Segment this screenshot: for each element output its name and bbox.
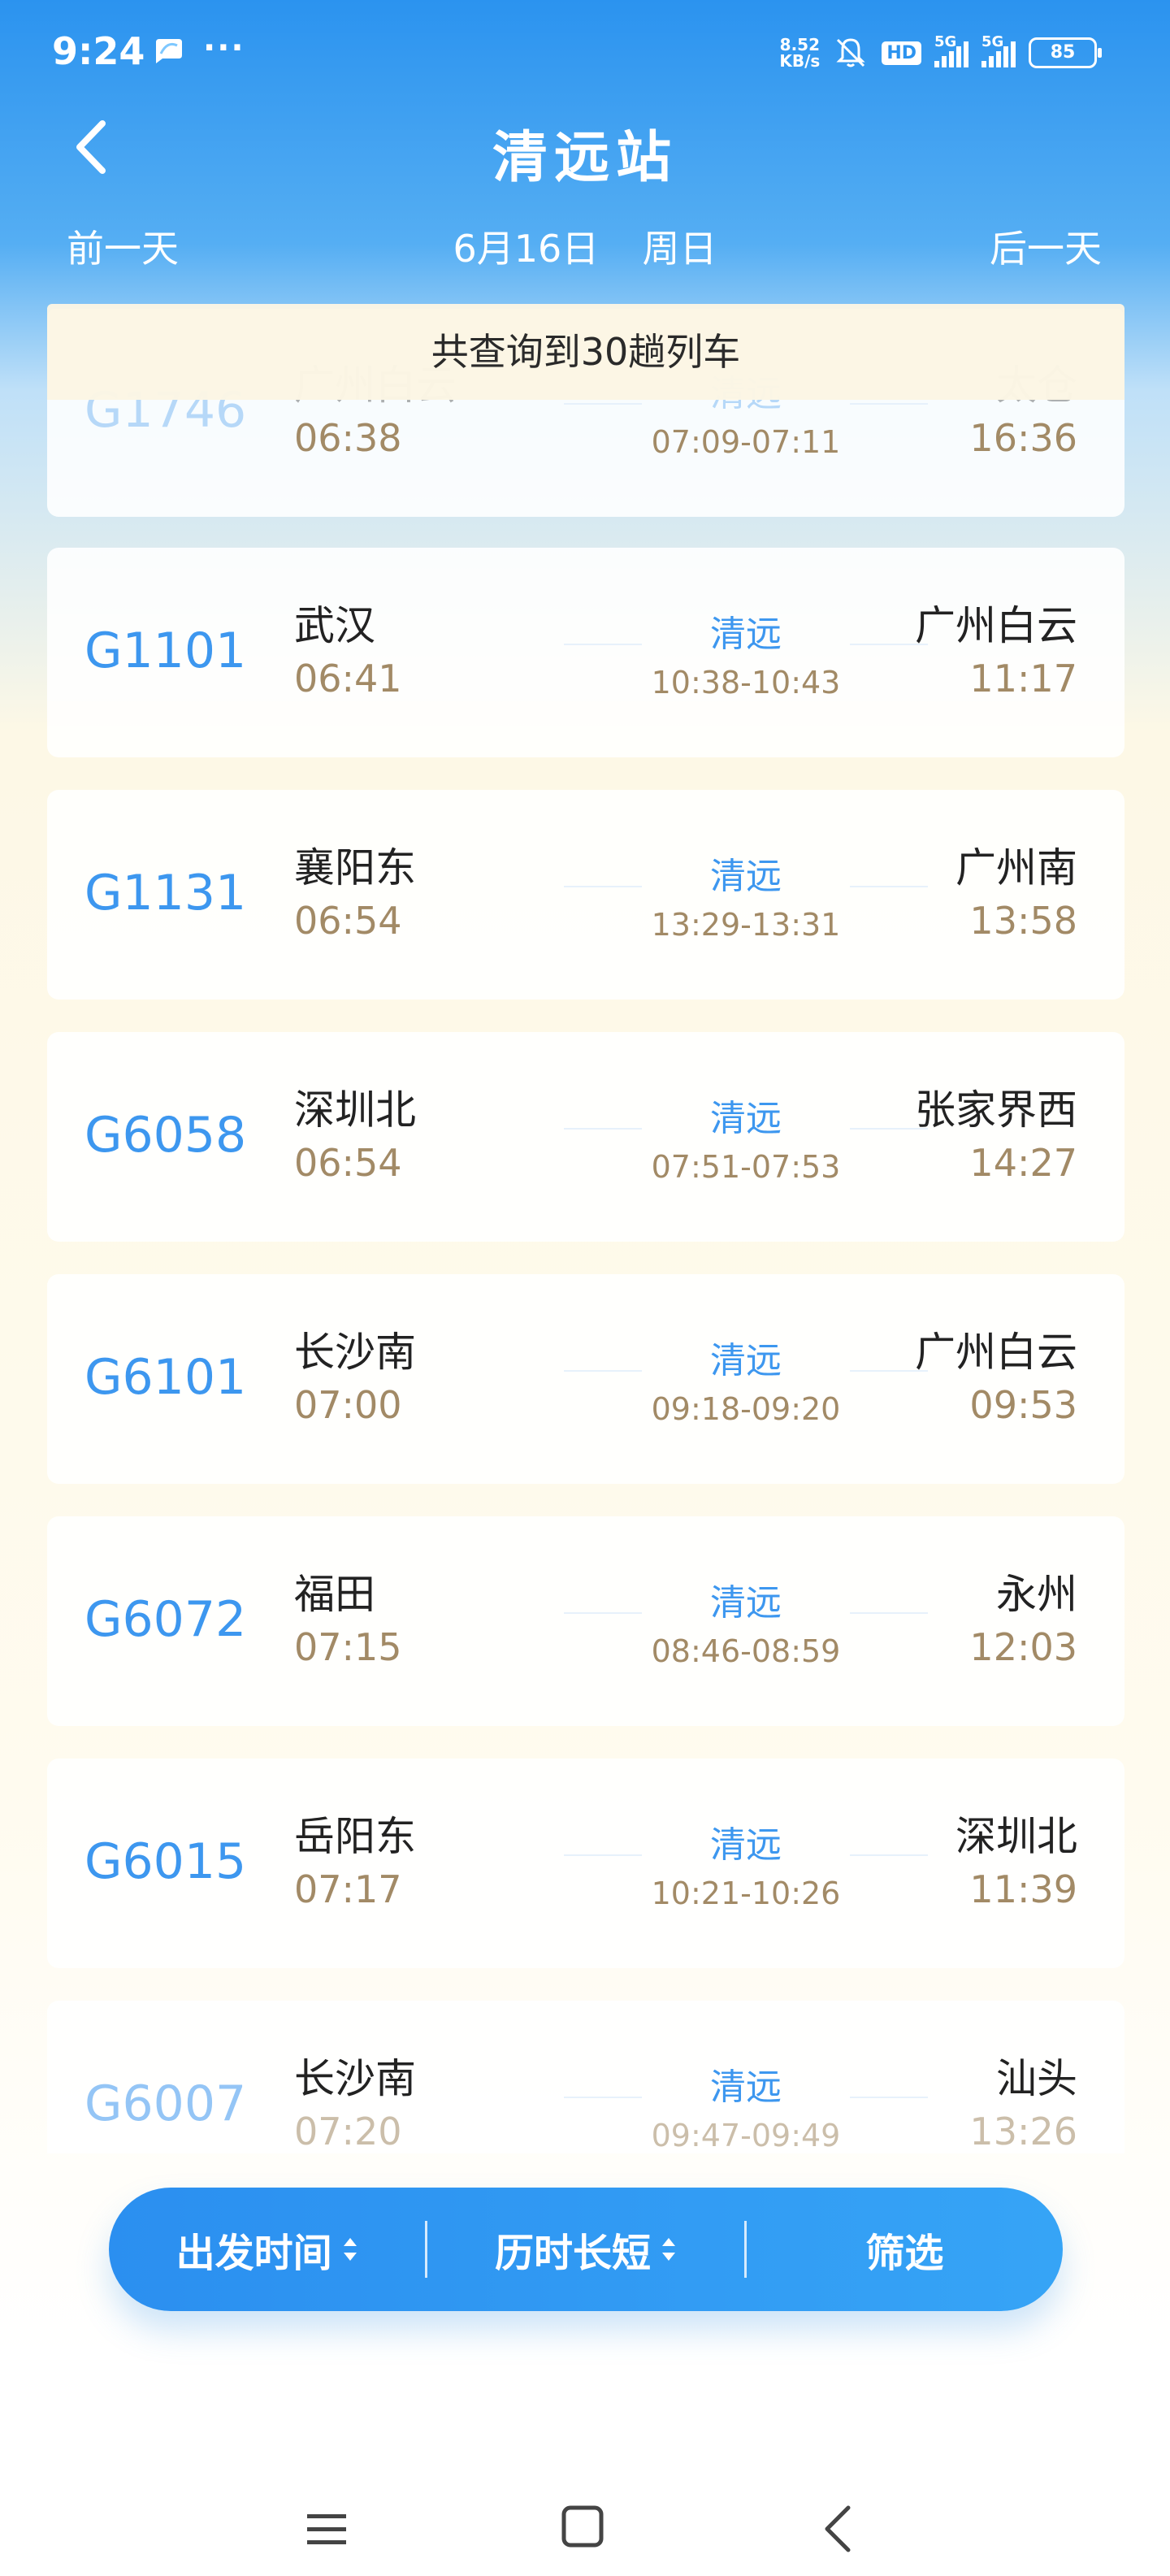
page-title: 清远站 [492, 126, 678, 190]
departure-time: 07:00 [294, 1383, 402, 1427]
origin-station: 襄阳东 [294, 844, 416, 891]
route-line [850, 2097, 928, 2098]
origin-station: 岳阳东 [294, 1813, 416, 1860]
train-card[interactable]: G1131 襄阳东 06:54 清远 13:29-13:31 广州南 13:58 [47, 790, 1124, 1000]
departure-time: 06:54 [294, 899, 402, 943]
departure-time: 07:15 [294, 1625, 402, 1669]
back-icon[interactable] [821, 2503, 853, 2555]
stop-time: 09:47-09:49 [651, 2118, 841, 2153]
signal-icon: 5G [934, 33, 968, 67]
destination-station: 永州 [996, 1571, 1077, 1618]
train-number: G6015 [84, 1833, 247, 1890]
status-indicators: 8.52 KB/s HD 5G 5G 85 [779, 33, 1102, 73]
arrival-time: 12:03 [969, 1625, 1077, 1669]
stop-time: 08:46-08:59 [651, 1633, 841, 1669]
train-number: G6007 [84, 2075, 247, 2132]
departure-time: 06:38 [294, 416, 402, 460]
train-number: G1101 [84, 622, 247, 679]
date-label: 6月16日 [453, 227, 600, 271]
train-list[interactable]: G1746 广州白云 06:38 清远 07:09-07:11 太仓 16:36… [47, 309, 1124, 2153]
route-line [850, 1612, 928, 1614]
via-station: 清远 [710, 1824, 782, 1866]
more-notifications-icon: ··· [203, 29, 245, 67]
stop-time: 07:51-07:53 [651, 1149, 841, 1185]
arrival-time: 14:27 [969, 1141, 1077, 1185]
sort-icon [662, 2238, 675, 2261]
train-card[interactable]: G1101 武汉 06:41 清远 10:38-10:43 广州白云 11:17 [47, 548, 1124, 757]
destination-station: 张家界西 [915, 1086, 1077, 1134]
origin-station: 武汉 [294, 602, 375, 649]
train-number: G6072 [84, 1591, 247, 1648]
route-line [850, 1854, 928, 1856]
arrival-time: 13:58 [969, 899, 1077, 943]
sort-departure-label: 出发时间 [176, 2231, 332, 2276]
prev-day-button[interactable]: 前一天 [67, 219, 179, 273]
mute-bell-icon [836, 38, 865, 67]
system-navigation-bar [0, 2487, 1170, 2576]
train-number: G1131 [84, 865, 247, 922]
destination-station: 汕头 [996, 2055, 1077, 2102]
train-number: G6101 [84, 1349, 247, 1406]
network-speed: 8.52 KB/s [779, 35, 821, 71]
departure-time: 06:41 [294, 657, 402, 700]
menu-icon[interactable] [304, 2509, 349, 2550]
destination-station: 广州白云 [915, 1329, 1077, 1376]
sort-by-duration-button[interactable]: 历时长短 [427, 2188, 743, 2311]
stop-time: 09:18-09:20 [651, 1391, 841, 1427]
via-station: 清远 [710, 1340, 782, 1381]
status-bar: 9:24 ··· 8.52 KB/s HD 5G 5G 85 [0, 0, 1170, 106]
via-station: 清远 [710, 1582, 782, 1624]
via-station: 清远 [710, 2066, 782, 2108]
status-time: 9:24 [52, 29, 145, 73]
stop-time: 13:29-13:31 [651, 907, 841, 943]
arrival-time: 13:26 [969, 2110, 1077, 2153]
filter-button[interactable]: 筛选 [747, 2188, 1063, 2311]
sort-icon [343, 2238, 357, 2261]
date-navigation: 前一天 6月16日 周日 后一天 [0, 219, 1170, 271]
destination-station: 广州白云 [915, 602, 1077, 649]
via-station: 清远 [710, 856, 782, 897]
origin-station: 深圳北 [294, 1086, 416, 1134]
departure-time: 06:54 [294, 1141, 402, 1185]
arrival-time: 11:17 [969, 657, 1077, 700]
departure-time: 07:20 [294, 2110, 402, 2153]
train-card[interactable]: G6007 长沙南 07:20 清远 09:47-09:49 汕头 13:26 [47, 2001, 1124, 2153]
train-card[interactable]: G6101 长沙南 07:00 清远 09:18-09:20 广州白云 09:5… [47, 1274, 1124, 1484]
destination-station: 广州南 [956, 844, 1077, 891]
sort-duration-label: 历时长短 [494, 2231, 651, 2276]
departure-time: 07:17 [294, 1867, 402, 1911]
arrival-time: 11:39 [969, 1867, 1077, 1911]
weekday-label: 周日 [642, 227, 717, 271]
via-station: 清远 [710, 614, 782, 655]
train-card[interactable]: G6015 岳阳东 07:17 清远 10:21-10:26 深圳北 11:39 [47, 1759, 1124, 1968]
origin-station: 长沙南 [294, 1329, 416, 1376]
sort-filter-bar: 出发时间 历时长短 筛选 [109, 2188, 1063, 2311]
signal-icon: 5G [982, 33, 1016, 67]
stop-time: 10:38-10:43 [651, 665, 841, 700]
hd-icon: HD [882, 41, 921, 65]
origin-station: 福田 [294, 1571, 375, 1618]
chat-app-icon [156, 39, 182, 63]
home-icon[interactable] [561, 2504, 604, 2548]
route-line [850, 403, 928, 405]
origin-station: 长沙南 [294, 2055, 416, 2102]
train-card[interactable]: G6072 福田 07:15 清远 08:46-08:59 永州 12:03 [47, 1516, 1124, 1726]
train-card[interactable]: G6058 深圳北 06:54 清远 07:51-07:53 张家界西 14:2… [47, 1032, 1124, 1242]
filter-label: 筛选 [865, 2231, 944, 2276]
arrival-time: 16:36 [969, 416, 1077, 460]
via-station: 清远 [710, 1098, 782, 1139]
destination-station: 深圳北 [956, 1813, 1077, 1860]
sort-by-departure-button[interactable]: 出发时间 [109, 2188, 425, 2311]
arrival-time: 09:53 [969, 1383, 1077, 1427]
stop-time: 10:21-10:26 [651, 1876, 841, 1911]
train-number: G6058 [84, 1107, 247, 1164]
next-day-button[interactable]: 后一天 [990, 219, 1102, 273]
result-count-banner: 共查询到30趟列车 [47, 304, 1124, 400]
stop-time: 07:09-07:11 [651, 424, 841, 460]
battery-icon: 85 [1029, 37, 1102, 68]
route-line [850, 886, 928, 887]
